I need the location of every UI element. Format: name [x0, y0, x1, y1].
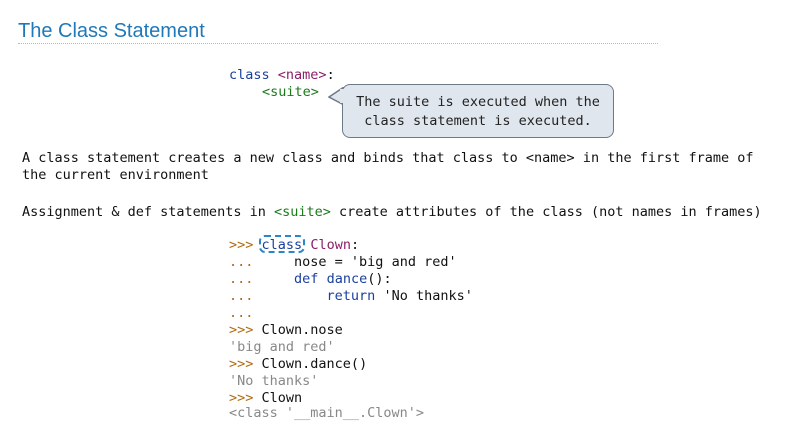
- repl-line-2: ... nose = 'big and red': [229, 254, 457, 271]
- repl-command-nose: Clown.nose: [261, 322, 343, 338]
- suite-placeholder: <suite>: [262, 84, 319, 100]
- repl-command-dance: Clown.dance(): [261, 356, 368, 372]
- repl-output-nose: 'big and red': [229, 339, 335, 355]
- paragraph2-prefix: Assignment & def statements in: [22, 204, 274, 220]
- repl-continuation: ...: [229, 271, 254, 287]
- repl-prompt: >>>: [229, 322, 254, 338]
- repl-colon: :: [350, 237, 360, 253]
- repl-return-keyword: return: [326, 288, 376, 304]
- repl-func-name: dance: [326, 271, 368, 287]
- repl-def-keyword: def: [294, 271, 319, 287]
- paragraph-class-statement: A class statement creates a new class an…: [22, 150, 754, 184]
- syntax-line-1: class <name>:: [229, 67, 335, 84]
- class-keyword: class: [229, 67, 270, 83]
- paragraph1-line-2: the current environment: [22, 167, 209, 183]
- page-title: The Class Statement: [18, 20, 205, 42]
- repl-continuation: ...: [229, 288, 254, 304]
- repl-output-dance: 'No thanks': [229, 373, 319, 389]
- repl-line-8: >>> Clown.dance(): [229, 356, 367, 373]
- repl-return-value: 'No thanks': [383, 288, 473, 304]
- repl-line-4: ... return 'No thanks': [229, 288, 473, 305]
- repl-continuation: ...: [229, 254, 254, 270]
- repl-prompt: >>>: [229, 356, 254, 372]
- repl-line-1: >>> class Clown:: [229, 237, 359, 254]
- repl-output-clown: <class '__main__.Clown'>: [229, 405, 425, 421]
- syntax-line-2: <suite>: [262, 84, 319, 101]
- paragraph2-suite: <suite>: [273, 204, 331, 220]
- paragraph-attributes: Assignment & def statements in <suite> c…: [22, 204, 762, 221]
- syntax-colon: :: [326, 67, 335, 83]
- repl-prompt: >>>: [229, 390, 254, 406]
- callout-line-1: The suite is executed when the: [356, 94, 600, 110]
- callout-line-2: class statement is executed.: [364, 113, 592, 129]
- paragraph2-suffix: create attributes of the class (not name…: [330, 204, 762, 220]
- repl-class-name: Clown: [310, 237, 351, 253]
- callout-pointer-cover: [340, 89, 346, 103]
- repl-continuation: ...: [229, 305, 254, 321]
- repl-line-6: >>> Clown.nose: [229, 322, 343, 339]
- paragraph1-line-1: A class statement creates a new class an…: [22, 150, 754, 166]
- repl-command-clown: Clown: [261, 390, 303, 406]
- callout-box: The suite is executed when the class sta…: [342, 84, 614, 138]
- repl-func-rest: ():: [367, 271, 392, 287]
- repl-nose-assign: nose = 'big and red': [294, 254, 457, 270]
- title-divider: [18, 43, 658, 44]
- repl-line-3: ... def dance():: [229, 271, 392, 288]
- callout-text: The suite is executed when the class sta…: [343, 93, 613, 131]
- repl-class-keyword: class: [261, 237, 303, 253]
- repl-line-5: ...: [229, 305, 253, 322]
- repl-prompt: >>>: [229, 237, 254, 253]
- name-placeholder: <name>: [277, 67, 327, 83]
